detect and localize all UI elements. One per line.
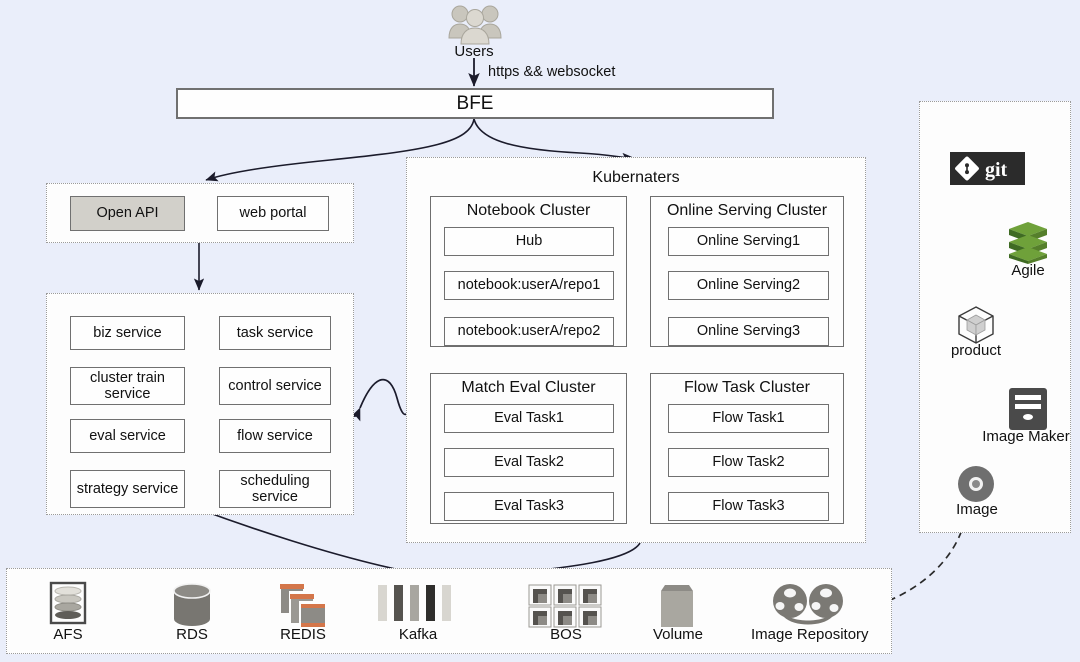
bos-objects-icon — [525, 583, 605, 629]
service-box-task[interactable]: task service — [219, 316, 331, 350]
kubernetes-group: Kubernaters Notebook Cluster Hub noteboo… — [406, 157, 866, 543]
services-group: biz service task service cluster train s… — [46, 293, 354, 515]
volume-label: Volume — [652, 626, 704, 643]
product-label: product — [950, 342, 1002, 359]
afs-storage-icon — [42, 581, 94, 629]
kafka-bars-icon — [374, 581, 462, 625]
node-flow-task-2[interactable]: Flow Task2 — [668, 448, 829, 477]
node-notebook-repo2[interactable]: notebook:userA/repo2 — [444, 317, 614, 346]
cluster-online-serving-title: Online Serving Cluster — [666, 202, 828, 219]
rds-database-icon — [164, 583, 220, 629]
node-online-serving-3[interactable]: Online Serving3 — [668, 317, 829, 346]
node-eval-task-3[interactable]: Eval Task3 — [444, 492, 614, 521]
cluster-flow-task-title: Flow Task Cluster — [684, 379, 810, 396]
node-online-serving-2[interactable]: Online Serving2 — [668, 271, 829, 300]
service-box-biz[interactable]: biz service — [70, 316, 185, 350]
cluster-online-serving: Online Serving Cluster Online Serving1 O… — [650, 196, 844, 347]
cluster-notebook: Notebook Cluster Hub notebook:userA/repo… — [430, 196, 627, 347]
redis-cache-icon — [275, 579, 331, 629]
node-notebook-repo1[interactable]: notebook:userA/repo1 — [444, 271, 614, 300]
cluster-notebook-title: Notebook Cluster — [466, 202, 591, 219]
kafka-label: Kafka — [398, 626, 438, 643]
redis-label: REDIS — [280, 626, 326, 643]
agile-label: Agile — [1011, 262, 1045, 279]
kubernetes-title: Kubernaters — [592, 169, 680, 186]
cluster-match-eval-title: Match Eval Cluster — [461, 379, 596, 396]
node-online-serving-1[interactable]: Online Serving1 — [668, 227, 829, 256]
node-hub[interactable]: Hub — [444, 227, 614, 256]
node-flow-task-3[interactable]: Flow Task3 — [668, 492, 829, 521]
infrastructure-group: AFS RDS REDIS Kafka BOS Volume Image Rep… — [6, 568, 892, 654]
cluster-flow-task: Flow Task Cluster Flow Task1 Flow Task2 … — [650, 373, 844, 524]
cluster-match-eval: Match Eval Cluster Eval Task1 Eval Task2… — [430, 373, 627, 524]
agile-stack-icon — [1006, 220, 1050, 264]
users-label: Users — [454, 43, 494, 60]
node-eval-task-2[interactable]: Eval Task2 — [444, 448, 614, 477]
build-pipeline-group: git Agile product Image Maker Image — [919, 101, 1071, 533]
web-portal-box[interactable]: web portal — [217, 196, 329, 231]
image-repository-label: Image Repository — [751, 626, 869, 643]
node-eval-task-1[interactable]: Eval Task1 — [444, 404, 614, 433]
rds-label: RDS — [176, 626, 208, 643]
image-disc-icon — [956, 464, 996, 504]
volume-icon — [655, 583, 699, 629]
image-maker-label: Image Maker — [982, 428, 1070, 445]
service-box-flow[interactable]: flow service — [219, 419, 331, 453]
service-box-strategy[interactable]: strategy service — [70, 470, 185, 508]
gateway-group: Open API web portal — [46, 183, 354, 243]
node-flow-task-1[interactable]: Flow Task1 — [668, 404, 829, 433]
image-label: Image — [956, 501, 998, 518]
service-box-scheduling[interactable]: scheduling service — [219, 470, 331, 508]
image-maker-server-icon — [1005, 386, 1051, 432]
bfe-box[interactable]: BFE — [176, 88, 774, 119]
git-logo-icon: git — [950, 152, 1025, 185]
open-api-box[interactable]: Open API — [70, 196, 185, 231]
image-repository-icon — [770, 583, 846, 627]
afs-label: AFS — [53, 626, 83, 643]
bos-label: BOS — [550, 626, 582, 643]
product-cube-icon — [955, 304, 997, 346]
service-box-eval[interactable]: eval service — [70, 419, 185, 453]
connection-protocol-label: https && websocket — [488, 64, 616, 80]
svg-text:git: git — [985, 159, 1008, 181]
service-box-control[interactable]: control service — [219, 367, 331, 405]
users-group-icon — [446, 2, 504, 46]
service-box-cluster-train[interactable]: cluster train service — [70, 367, 185, 405]
architecture-diagram: Users https && websocket BFE Open API we… — [0, 0, 1080, 662]
